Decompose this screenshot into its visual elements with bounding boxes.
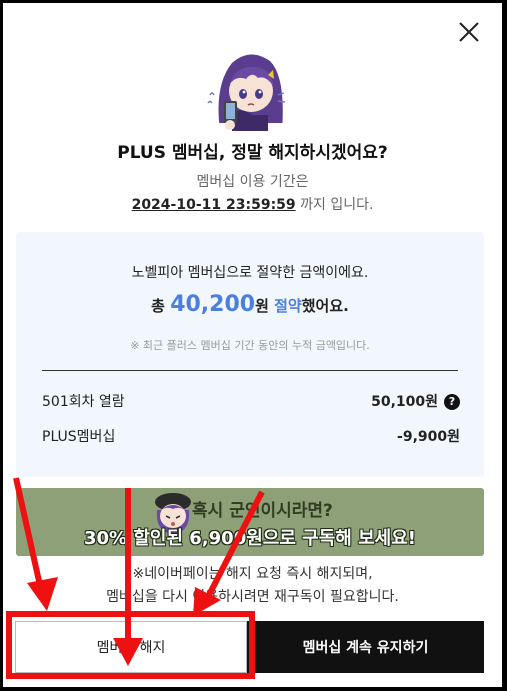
membership-end-date: 2024-10-11 23:59:59 (131, 197, 296, 213)
savings-divider (42, 370, 458, 371)
keep-membership-button[interactable]: 멤버십 계속 유지하기 (247, 621, 484, 673)
row-value: -9,900원 (397, 429, 460, 445)
close-icon[interactable] (458, 21, 480, 43)
savings-intro: 노벨피아 멤버십으로 절약한 금액이에요. (131, 265, 369, 281)
help-icon[interactable]: ? (444, 394, 460, 410)
savings-total: 총 40,200원 절약했어요. (16, 292, 484, 317)
promo-question: 혹시 군인이시라면? (192, 501, 333, 521)
savings-amount: 40,200 (170, 292, 256, 317)
row-value: 50,100원? (371, 391, 460, 411)
cancel-membership-modal: PLUS 멤버십, 정말 해지하시겠어요? 멤버십 이용 기간은 2024-10… (3, 3, 502, 687)
savings-row-episodes: 501회차 열람 50,100원? (42, 391, 460, 411)
membership-period-line: 2024-10-11 23:59:59 까지 입니다. (3, 194, 502, 214)
savings-row-membership-fee: PLUS멤버십 -9,900원 (42, 426, 460, 446)
promo-offer: 30% 할인된 6,900원으로 구독해 보세요! (83, 528, 416, 549)
row-amount: 50,100원 (371, 394, 438, 410)
naverpay-notice-line2: 멤버십을 다시 이용하시려면 재구독이 필요합니다. (106, 589, 399, 605)
savings-summary-panel: 노벨피아 멤버십으로 절약한 금액이에요. 총 40,200원 절약했어요. ※… (16, 232, 484, 477)
row-label: 501회차 열람 (42, 394, 125, 410)
row-label: PLUS멤버십 (42, 429, 116, 445)
savings-note: ※ 최근 플러스 멤버십 기간 동안의 누적 금액입니다. (130, 339, 370, 352)
military-discount-banner[interactable]: 혹시 군인이시라면? 30% 할인된 6,900원으로 구독해 보세요! (16, 488, 484, 556)
mascot-illustration (207, 54, 288, 135)
membership-period-label: 멤버십 이용 기간은 (196, 174, 309, 190)
savings-prefix: 총 (151, 297, 171, 315)
savings-unit: 원 (255, 297, 275, 315)
modal-title: PLUS 멤버십, 정말 해지하시겠어요? (117, 143, 388, 163)
period-suffix: 까지 입니다. (295, 197, 374, 213)
savings-save-word: 절약 (274, 297, 302, 315)
naverpay-notice-line1: ※네이버페이는 해지 요청 즉시 해지되며, (132, 566, 373, 582)
cancel-membership-button[interactable]: 멤버십 해지 (15, 621, 247, 673)
savings-suffix: 했어요. (301, 297, 349, 315)
